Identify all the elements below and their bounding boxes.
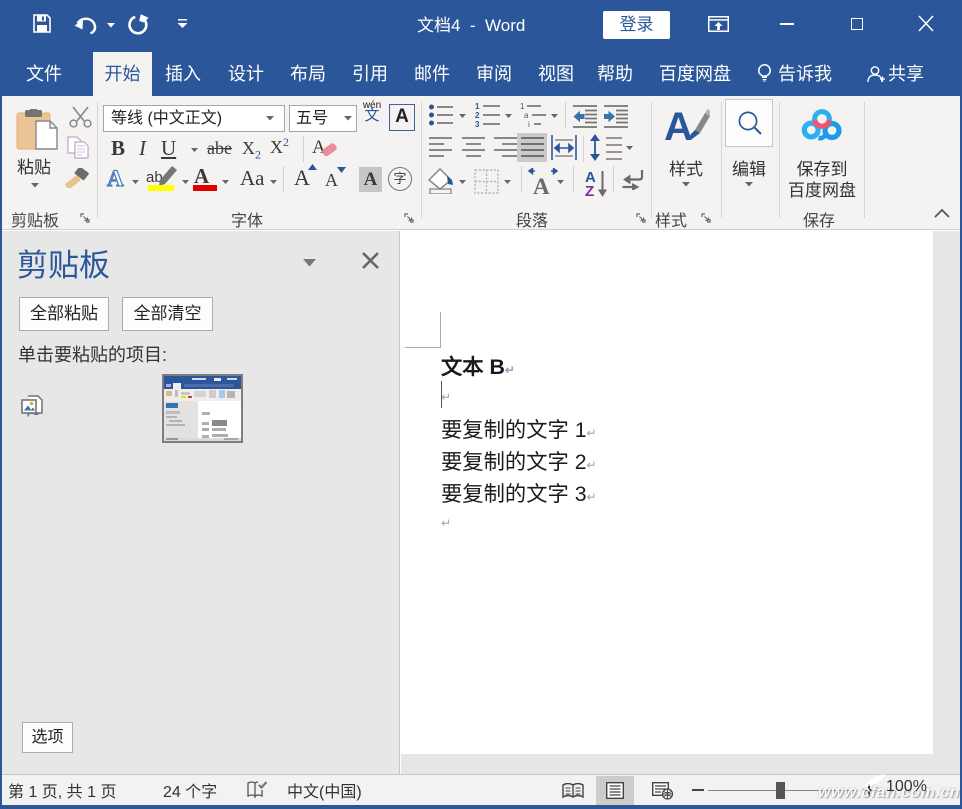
svg-text:2: 2 bbox=[475, 111, 480, 120]
svg-text:3: 3 bbox=[475, 120, 480, 128]
svg-text:1: 1 bbox=[520, 102, 525, 111]
svg-text:1: 1 bbox=[475, 102, 480, 111]
svg-text:Z: Z bbox=[585, 183, 594, 198]
svg-text:A: A bbox=[664, 106, 693, 143]
svg-text:i: i bbox=[528, 120, 530, 128]
svg-text:A: A bbox=[533, 174, 550, 195]
svg-text:a: a bbox=[524, 111, 529, 120]
